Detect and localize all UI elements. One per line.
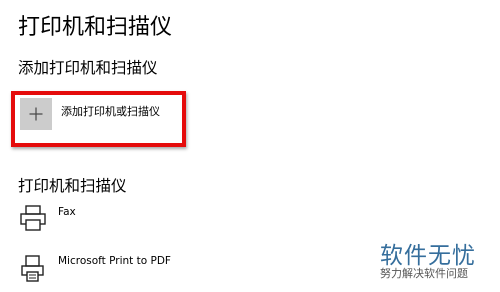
add-section-heading: 添加打印机和扫描仪 <box>18 59 158 77</box>
add-printer-label[interactable]: 添加打印机或扫描仪 <box>61 103 160 119</box>
fax-printer-icon[interactable] <box>18 203 48 233</box>
page-title: 打印机和扫描仪 <box>18 15 173 40</box>
device-name-pdf[interactable]: Microsoft Print to PDF <box>58 255 171 267</box>
pdf-printer-icon[interactable] <box>18 254 48 284</box>
add-printer-button[interactable] <box>20 98 52 130</box>
watermark-subtitle: 努力解决软件问题 <box>380 267 468 280</box>
plus-icon <box>29 107 43 121</box>
devices-section-heading: 打印机和扫描仪 <box>18 177 127 195</box>
device-name-fax[interactable]: Fax <box>58 206 76 218</box>
